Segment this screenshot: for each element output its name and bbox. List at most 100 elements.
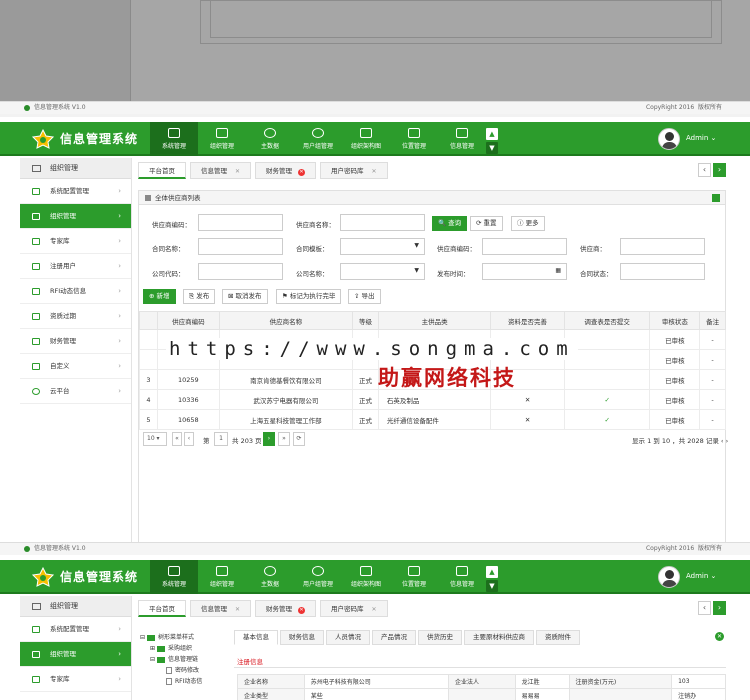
supplier-code-input-2[interactable] <box>482 238 567 255</box>
tree-root[interactable]: ⊟ 树形菜单样式 <box>140 632 230 643</box>
tab-home[interactable]: 平台首页 <box>138 600 186 617</box>
nav-location[interactable]: 位置管理 <box>390 122 438 156</box>
tab-home[interactable]: 平台首页 <box>138 162 186 179</box>
tab-products[interactable]: 产品情况 <box>372 630 416 645</box>
nav-org[interactable]: 组织管理 <box>198 560 246 594</box>
collapse-icon[interactable] <box>712 194 720 202</box>
tree-leaf[interactable]: RFI动态信 <box>140 676 230 687</box>
nav-up-button[interactable]: ▲ <box>486 128 498 140</box>
list-icon <box>32 603 41 610</box>
sidebar-item-cloud[interactable]: 云平台 › <box>20 379 131 404</box>
footer-copyright: CopyRight 2016 版权所有 <box>645 545 722 552</box>
nav-location[interactable]: 位置管理 <box>390 560 438 594</box>
sidebar-item-org[interactable]: 组织管理 › <box>20 642 131 667</box>
tabs-prev-button[interactable]: ‹ <box>698 601 711 615</box>
last-page-button[interactable]: » <box>278 432 290 446</box>
more-button[interactable]: ⓘ 更多 <box>511 216 545 231</box>
nav-master-data[interactable]: 主数据 <box>246 560 294 594</box>
nav-org[interactable]: 组织管理 <box>198 122 246 156</box>
tab-basic-info[interactable]: 基本信息 <box>234 630 278 645</box>
supplier-name-input[interactable] <box>340 214 425 231</box>
tabs-next-button[interactable]: › <box>713 163 726 177</box>
tab-passwords[interactable]: 用户密码库 ✕ <box>320 162 388 179</box>
nav-down-button[interactable]: ▼ <box>486 142 498 154</box>
close-icon: ✕ <box>371 606 377 613</box>
tab-staff[interactable]: 人员情况 <box>326 630 370 645</box>
app-header: 信息管理系统 系统管理 组织管理 主数据 用户组管理 组织架构图 位置管理 信息… <box>0 560 750 594</box>
table-row[interactable]: 5 10658 上海五星科技管理工作部 正式 光纤通信设备配件 ✕ ✓ 已审核 - <box>139 409 726 430</box>
sidebar-item-org[interactable]: 组织管理 › <box>20 204 131 229</box>
sidebar-item-registered-users[interactable]: 注册用户 › <box>20 254 131 279</box>
contract-status-input[interactable] <box>620 263 705 280</box>
tabs-prev-button[interactable]: ‹ <box>698 163 711 177</box>
tab-finance-info[interactable]: 财务信息 <box>280 630 324 645</box>
sidebar-item-expired[interactable]: 资质过期 › <box>20 304 131 329</box>
sidebar-item-rfi[interactable]: RFI动态信息 › <box>20 279 131 304</box>
contract-template-select[interactable]: ▼ <box>340 238 425 255</box>
tab-attachments[interactable]: 资质附件 <box>536 630 580 645</box>
label-supplier-code: 供应商编码： <box>152 221 191 229</box>
sidebar-item-custom[interactable]: 自定义 › <box>20 354 131 379</box>
nav-master-data[interactable]: 主数据 <box>246 122 294 156</box>
tree-node[interactable]: ⊟ 信息管理链 <box>140 654 230 665</box>
first-page-button[interactable]: « <box>172 432 182 446</box>
nav-down-button[interactable]: ▼ <box>486 580 498 592</box>
nav-user-group[interactable]: 用户组管理 <box>294 122 342 156</box>
nav-org-chart[interactable]: 组织架构图 <box>342 122 390 156</box>
page-size-select[interactable]: 10 ▾ <box>143 432 167 446</box>
nav-org-chart[interactable]: 组织架构图 <box>342 560 390 594</box>
table-row[interactable]: 4 10336 武汉苏宁电器有限公司 正式 石英及制品 ✕ ✓ 已审核 - <box>139 389 726 410</box>
clock-icon <box>32 313 40 320</box>
book-icon <box>32 676 40 683</box>
user-menu[interactable]: Admin ⌄ <box>686 134 716 142</box>
sidebar-item-finance[interactable]: 财务管理 › <box>20 329 131 354</box>
supplier-input[interactable] <box>620 238 705 255</box>
company-name-select[interactable]: ▼ <box>340 263 425 280</box>
prev-page-button[interactable]: ‹ <box>184 432 194 446</box>
mark-done-button[interactable]: ⚑ 标记为执行完毕 <box>276 289 342 304</box>
close-icon[interactable]: ✕ <box>715 632 724 641</box>
nav-info[interactable]: 信息管理 <box>438 560 486 594</box>
company-code-input[interactable] <box>198 263 283 280</box>
publish-button[interactable]: ⎘ 发布 <box>183 289 216 304</box>
sidebar-item-experts[interactable]: 专家库 › <box>20 667 131 692</box>
tab-supply-history[interactable]: 供货历史 <box>418 630 462 645</box>
tabs-next-button[interactable]: › <box>713 601 726 615</box>
sidebar-item-experts[interactable]: 专家库 › <box>20 229 131 254</box>
next-page-button[interactable]: › <box>263 432 275 446</box>
nav-user-group[interactable]: 用户组管理 <box>294 560 342 594</box>
page-input[interactable]: 1 <box>214 432 228 446</box>
export-button[interactable]: ⇪ 导出 <box>348 289 381 304</box>
tab-raw-material[interactable]: 主要原材料供应商 <box>464 630 534 645</box>
nav-system[interactable]: 系统管理 <box>150 122 198 156</box>
contract-name-input[interactable] <box>198 238 283 255</box>
label-contract-status: 合同状态： <box>580 270 613 278</box>
tab-info[interactable]: 信息管理 ✕ <box>190 162 252 179</box>
nav-up-button[interactable]: ▲ <box>486 566 498 578</box>
add-button[interactable]: ⊕ 新增 <box>143 289 176 304</box>
refresh-button[interactable]: ⟳ <box>293 432 305 446</box>
nav-system[interactable]: 系统管理 <box>150 560 198 594</box>
tab-passwords[interactable]: 用户密码库 ✕ <box>320 600 388 617</box>
publish-time-input[interactable]: ▦ <box>482 263 567 280</box>
nav-info[interactable]: 信息管理 <box>438 122 486 156</box>
tree-node[interactable]: ⊞ 采购组织 <box>140 643 230 654</box>
footer-copyright: CopyRight 2016 版权所有 <box>645 104 722 111</box>
sidebar-item-system-config[interactable]: 系统配置管理 › <box>20 179 131 204</box>
section-divider <box>234 667 726 668</box>
avatar[interactable] <box>658 566 680 588</box>
tab-finance[interactable]: 财务管理 ✕ <box>255 600 317 617</box>
reset-button[interactable]: ⟳ 重置 <box>470 216 503 231</box>
info-icon <box>24 546 30 552</box>
user-menu[interactable]: Admin ⌄ <box>686 572 716 580</box>
tab-finance[interactable]: 财务管理 ✕ <box>255 162 317 179</box>
sidebar-item-system-config[interactable]: 系统配置管理 › <box>20 617 131 642</box>
search-button[interactable]: 🔍 查询 <box>432 216 468 231</box>
monitor-icon <box>32 626 40 633</box>
avatar[interactable] <box>658 128 680 150</box>
cancel-publish-button[interactable]: ⊠ 取消发布 <box>222 289 268 304</box>
tree-leaf[interactable]: 密码修改 <box>140 665 230 676</box>
tab-info[interactable]: 信息管理 ✕ <box>190 600 252 617</box>
supplier-code-input[interactable] <box>198 214 283 231</box>
sidebar: 组织管理 系统配置管理 › 组织管理 › 专家库 › <box>20 596 132 700</box>
